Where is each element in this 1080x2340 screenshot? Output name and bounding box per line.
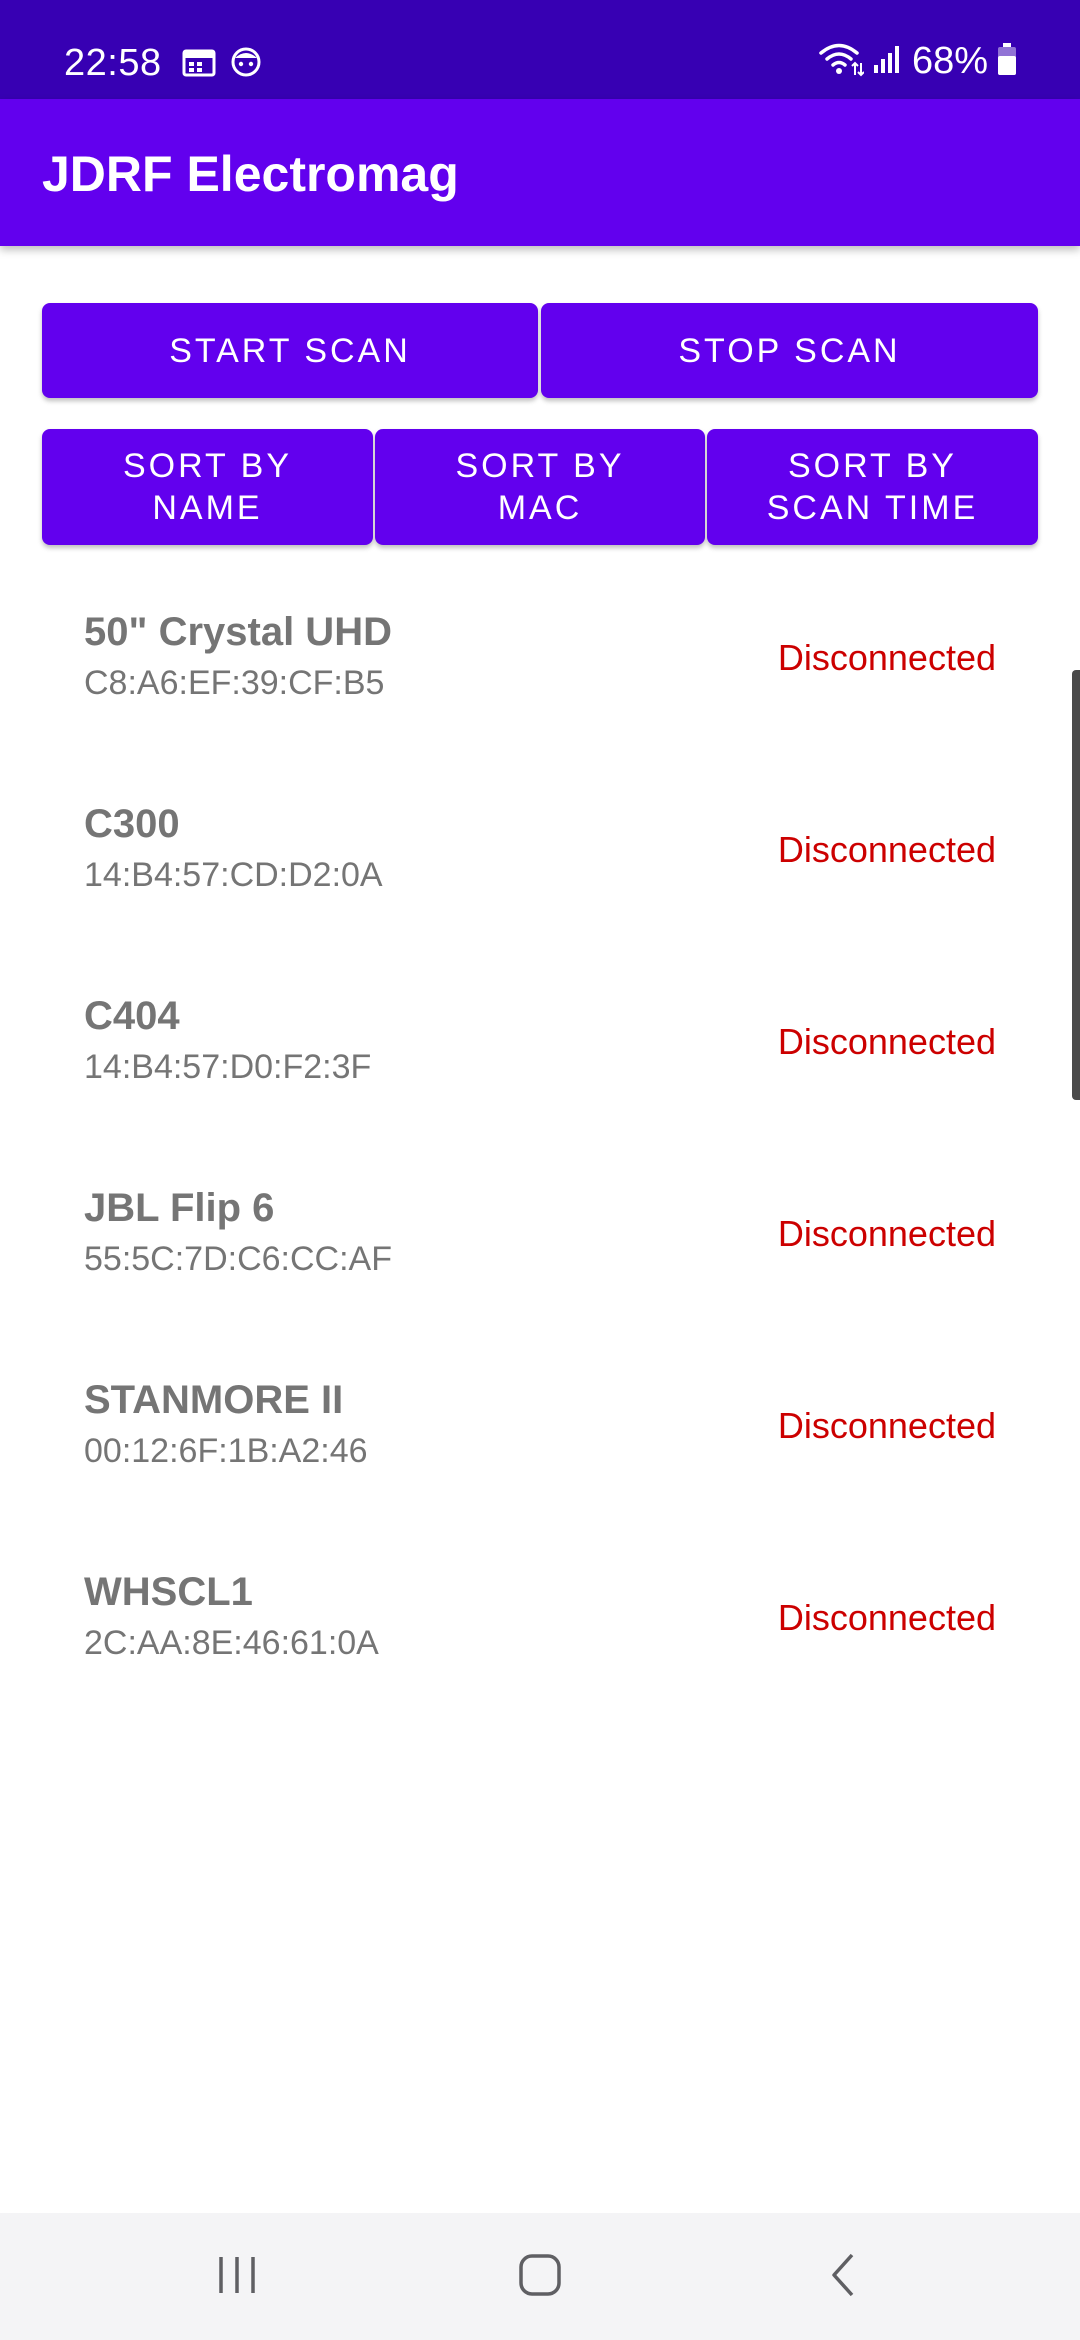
back-icon [826,2251,860,2304]
device-name: WHSCL1 [84,1570,253,1614]
home-button[interactable] [495,2237,585,2317]
back-button[interactable] [798,2237,888,2317]
status-time: 22:58 [64,42,162,84]
device-list: 50" Crystal UHD C8:A6:EF:39:CF:B5 Discon… [0,580,1080,1732]
list-item[interactable]: JBL Flip 6 55:5C:7D:C6:CC:AF Disconnecte… [0,1156,1080,1348]
status-bar: 22:58 68% [0,0,1080,99]
device-mac: 00:12:6F:1B:A2:46 [84,1432,368,1470]
list-item[interactable]: C300 14:B4:57:CD:D2:0A Disconnected [0,772,1080,964]
notification-face-icon [230,46,262,83]
battery-icon [996,42,1018,81]
app-title: JDRF Electromag [42,146,459,202]
device-mac: 14:B4:57:CD:D2:0A [84,856,383,894]
sort-by-mac-button[interactable]: SORT BY MAC [375,429,705,545]
scrollbar[interactable] [1072,670,1080,1100]
wifi-icon [818,41,865,82]
device-mac: C8:A6:EF:39:CF:B5 [84,664,385,702]
device-mac: 2C:AA:8E:46:61:0A [84,1624,379,1662]
device-name: JBL Flip 6 [84,1186,275,1230]
status-icons-right: 68% [818,38,1018,84]
stop-scan-button[interactable]: STOP SCAN [541,303,1038,398]
device-name: 50" Crystal UHD [84,610,392,654]
device-status: Disconnected [777,1405,996,1446]
device-status: Disconnected [777,637,996,678]
recents-icon [215,2253,259,2302]
device-mac: 55:5C:7D:C6:CC:AF [84,1240,392,1278]
device-name: C300 [84,802,180,846]
sort-by-scan-time-button[interactable]: SORT BY SCAN TIME [707,429,1038,545]
app-bar: JDRF Electromag [0,99,1080,246]
list-item[interactable]: C404 14:B4:57:D0:F2:3F Disconnected [0,964,1080,1156]
list-item[interactable]: 50" Crystal UHD C8:A6:EF:39:CF:B5 Discon… [0,580,1080,772]
device-name: C404 [84,994,180,1038]
device-status: Disconnected [777,1597,996,1638]
nav-bar [0,2213,1080,2340]
start-scan-button[interactable]: START SCAN [42,303,538,398]
calendar-icon [182,47,216,82]
sort-by-name-button[interactable]: SORT BY NAME [42,429,373,545]
recents-button[interactable] [192,2237,282,2317]
device-name: STANMORE II [84,1378,344,1422]
list-item[interactable]: WHSCL1 2C:AA:8E:46:61:0A Disconnected [0,1540,1080,1732]
device-status: Disconnected [777,829,996,870]
device-status: Disconnected [777,1213,996,1254]
battery-percent: 68% [911,40,988,82]
list-item[interactable]: STANMORE II 00:12:6F:1B:A2:46 Disconnect… [0,1348,1080,1540]
home-icon [517,2252,563,2303]
device-mac: 14:B4:57:D0:F2:3F [84,1048,372,1086]
device-status: Disconnected [777,1021,996,1062]
status-icons-left [182,46,262,83]
signal-icon [872,43,904,80]
